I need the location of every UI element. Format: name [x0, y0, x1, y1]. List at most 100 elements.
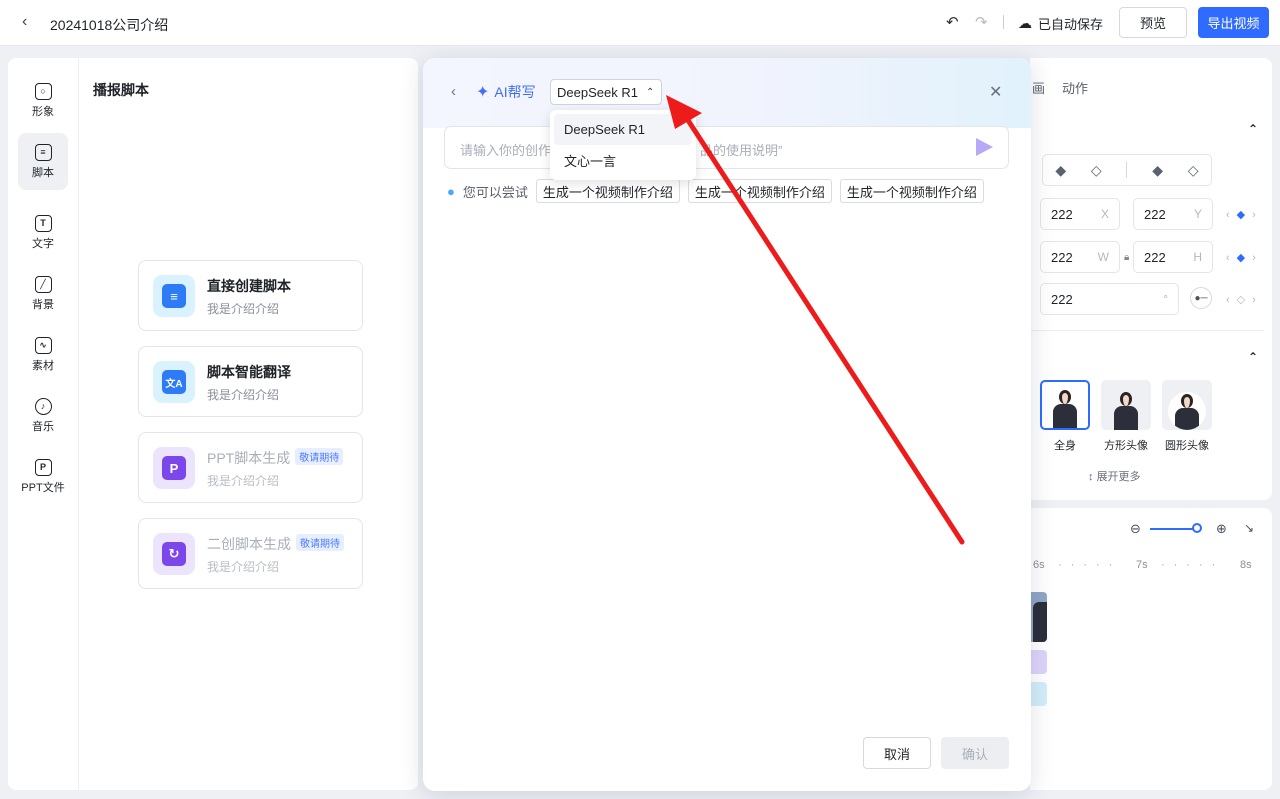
tab-action[interactable]: 动作	[1062, 78, 1088, 97]
nav-item-ppt[interactable]: P PPT文件	[18, 448, 68, 505]
coming-soon-badge: 敬请期待	[296, 534, 344, 551]
keyframe-icon[interactable]: ◇	[1237, 293, 1245, 306]
script-clip[interactable]	[1030, 650, 1047, 674]
next-keyframe-icon[interactable]: ›	[1252, 294, 1256, 306]
suggestion-chip[interactable]: 生成一个视频制作介绍	[839, 179, 984, 203]
audio-clip[interactable]	[1030, 682, 1047, 706]
next-keyframe-icon[interactable]: ›	[1252, 209, 1256, 221]
size-keyframe[interactable]: ‹ ◆ ›	[1226, 251, 1256, 265]
zoom-in-icon[interactable]: ⊕	[1216, 521, 1227, 537]
card-title-text: PPT脚本生成	[207, 450, 291, 466]
bring-forward-icon[interactable]: ◇	[1091, 162, 1102, 179]
rotation-keyframe[interactable]: ‹ ◇ ›	[1226, 293, 1256, 307]
suggestion-chip[interactable]: 生成一个视频制作介绍	[535, 179, 680, 203]
h-unit: H	[1193, 250, 1202, 264]
divider	[1030, 330, 1264, 331]
position-keyframe[interactable]: ‹ ◆ ›	[1226, 208, 1256, 222]
nav-label: 脚本	[32, 166, 54, 179]
avatar-full-body-option[interactable]	[1040, 380, 1090, 430]
nav-item-background[interactable]: ╱ 背景	[18, 265, 68, 322]
collapse-chevron-icon[interactable]: ⌃	[1248, 122, 1258, 136]
model-option[interactable]: DeepSeek R1	[554, 114, 692, 145]
cancel-button[interactable]: 取消	[863, 737, 931, 769]
lock-icon[interactable]: 🔒︎	[1124, 252, 1129, 263]
ppt-script-card[interactable]: P PPT脚本生成 敬请期待 我是介绍介绍	[138, 432, 363, 503]
avatar-thumbnail	[1052, 388, 1078, 428]
bring-to-front-icon[interactable]: ◆	[1055, 162, 1066, 179]
rotation-unit: °	[1163, 292, 1168, 306]
nav-item-material[interactable]: ∿ 素材	[18, 326, 68, 383]
layer-divider	[1126, 162, 1128, 178]
undo-icon[interactable]: ↶	[946, 13, 959, 31]
x-input[interactable]: 222 X	[1040, 198, 1120, 230]
close-icon[interactable]: ✕	[989, 82, 1002, 102]
keyframe-icon[interactable]: ◆	[1237, 251, 1245, 264]
time-tick: 8s	[1240, 559, 1252, 571]
x-unit: X	[1100, 207, 1109, 221]
w-unit: W	[1097, 250, 1109, 264]
y-input[interactable]: 222 Y	[1133, 198, 1213, 230]
save-status: ☁ 已自动保存	[1018, 14, 1103, 33]
collapse-chevron-icon[interactable]: ⌃	[1248, 350, 1258, 364]
ppt-icon: P	[34, 458, 52, 476]
keyframe-icon[interactable]: ◆	[1237, 208, 1245, 221]
nav-item-avatar[interactable]: ○ 形象	[18, 72, 68, 129]
side-nav: ○ 形象 ≡ 脚本 T 文字 ╱ 背景 ∿ 素材 ♪ 音乐 P PPT文件	[8, 58, 79, 790]
rotate-toggle-icon[interactable]: ●─	[1190, 287, 1212, 309]
confirm-button[interactable]: 确认	[941, 737, 1009, 769]
tab-partial[interactable]: 画	[1032, 78, 1045, 97]
card-title: 二创脚本生成 敬请期待	[207, 534, 344, 554]
material-icon: ∿	[34, 336, 52, 354]
zoom-out-icon[interactable]: ⊖	[1130, 521, 1141, 537]
expand-more-button[interactable]: ↕ 展开更多	[1088, 468, 1141, 484]
y-unit: Y	[1193, 207, 1202, 221]
ppt-script-icon: P	[153, 447, 195, 489]
prev-keyframe-icon[interactable]: ‹	[1226, 209, 1230, 221]
fit-icon[interactable]: ↘	[1244, 521, 1254, 535]
prompt-placeholder-tail: 品的使用说明”	[700, 143, 783, 158]
remix-script-card[interactable]: ↻ 二创脚本生成 敬请期待 我是介绍介绍	[138, 518, 363, 589]
model-select[interactable]: DeepSeek R1 ⌃	[550, 79, 662, 105]
send-to-back-icon[interactable]: ◇	[1188, 162, 1199, 179]
ai-write-label: AI帮写	[494, 84, 536, 100]
left-panel: ○ 形象 ≡ 脚本 T 文字 ╱ 背景 ∿ 素材 ♪ 音乐 P PPT文件 播报…	[8, 58, 418, 790]
rotation-value: 222	[1051, 291, 1073, 307]
avatar-clip[interactable]	[1030, 592, 1047, 642]
card-subtitle: 我是介绍介绍	[207, 560, 280, 574]
card-subtitle: 我是介绍介绍	[207, 302, 280, 316]
model-option[interactable]: 文心一言	[554, 145, 692, 176]
export-video-button[interactable]: 导出视频	[1198, 7, 1269, 38]
card-title-text: 二创脚本生成	[207, 536, 291, 552]
layer-order-group: ◆ ◇ ◆ ◇	[1042, 154, 1212, 186]
card-title: 脚本智能翻译	[207, 364, 291, 380]
properties-panel: 画 动作 ⌃ ◆ ◇ ◆ ◇ 222 X 222 Y ‹ ◆ › 222 W 🔒︎ 222…	[1030, 58, 1272, 500]
rotation-input[interactable]: 222 °	[1040, 283, 1179, 315]
redo-icon[interactable]: ↷	[975, 13, 988, 31]
translate-script-card[interactable]: 文A 脚本智能翻译 我是介绍介绍	[138, 346, 363, 417]
avatar-square-option[interactable]	[1101, 380, 1151, 430]
timeline-panel: ⊖ ⊕ ↘ 6s ····· 7s ····· 8s	[1030, 508, 1272, 790]
next-keyframe-icon[interactable]: ›	[1252, 252, 1256, 264]
nav-item-script[interactable]: ≡ 脚本	[18, 133, 68, 190]
nav-item-text[interactable]: T 文字	[18, 204, 68, 261]
avatar-circle-option[interactable]	[1162, 380, 1212, 430]
card-title: PPT脚本生成 敬请期待	[207, 448, 344, 468]
prompt-input[interactable]: 请输入你的创作主 品的使用说明”	[444, 126, 1009, 169]
preview-button[interactable]: 预览	[1119, 7, 1187, 38]
create-script-card[interactable]: ≡ 直接创建脚本 我是介绍介绍	[138, 260, 363, 331]
ruler-dots: ·····	[1161, 559, 1225, 571]
send-backward-icon[interactable]: ◆	[1152, 162, 1163, 179]
width-input[interactable]: 222 W	[1040, 241, 1120, 273]
zoom-slider-handle[interactable]	[1192, 523, 1202, 533]
send-icon[interactable]	[976, 138, 993, 156]
prev-keyframe-icon[interactable]: ‹	[1226, 294, 1230, 306]
zoom-slider[interactable]	[1150, 528, 1196, 530]
suggestion-chip[interactable]: 生成一个视频制作介绍	[687, 179, 832, 203]
prev-keyframe-icon[interactable]: ‹	[1226, 252, 1230, 264]
back-icon[interactable]: ‹	[451, 83, 456, 100]
back-icon[interactable]: ‹	[22, 13, 27, 31]
remix-script-icon: ↻	[153, 533, 195, 575]
height-input[interactable]: 222 H	[1133, 241, 1213, 273]
nav-item-music[interactable]: ♪ 音乐	[18, 387, 68, 444]
avatar-option-label: 方形头像	[1104, 440, 1148, 452]
